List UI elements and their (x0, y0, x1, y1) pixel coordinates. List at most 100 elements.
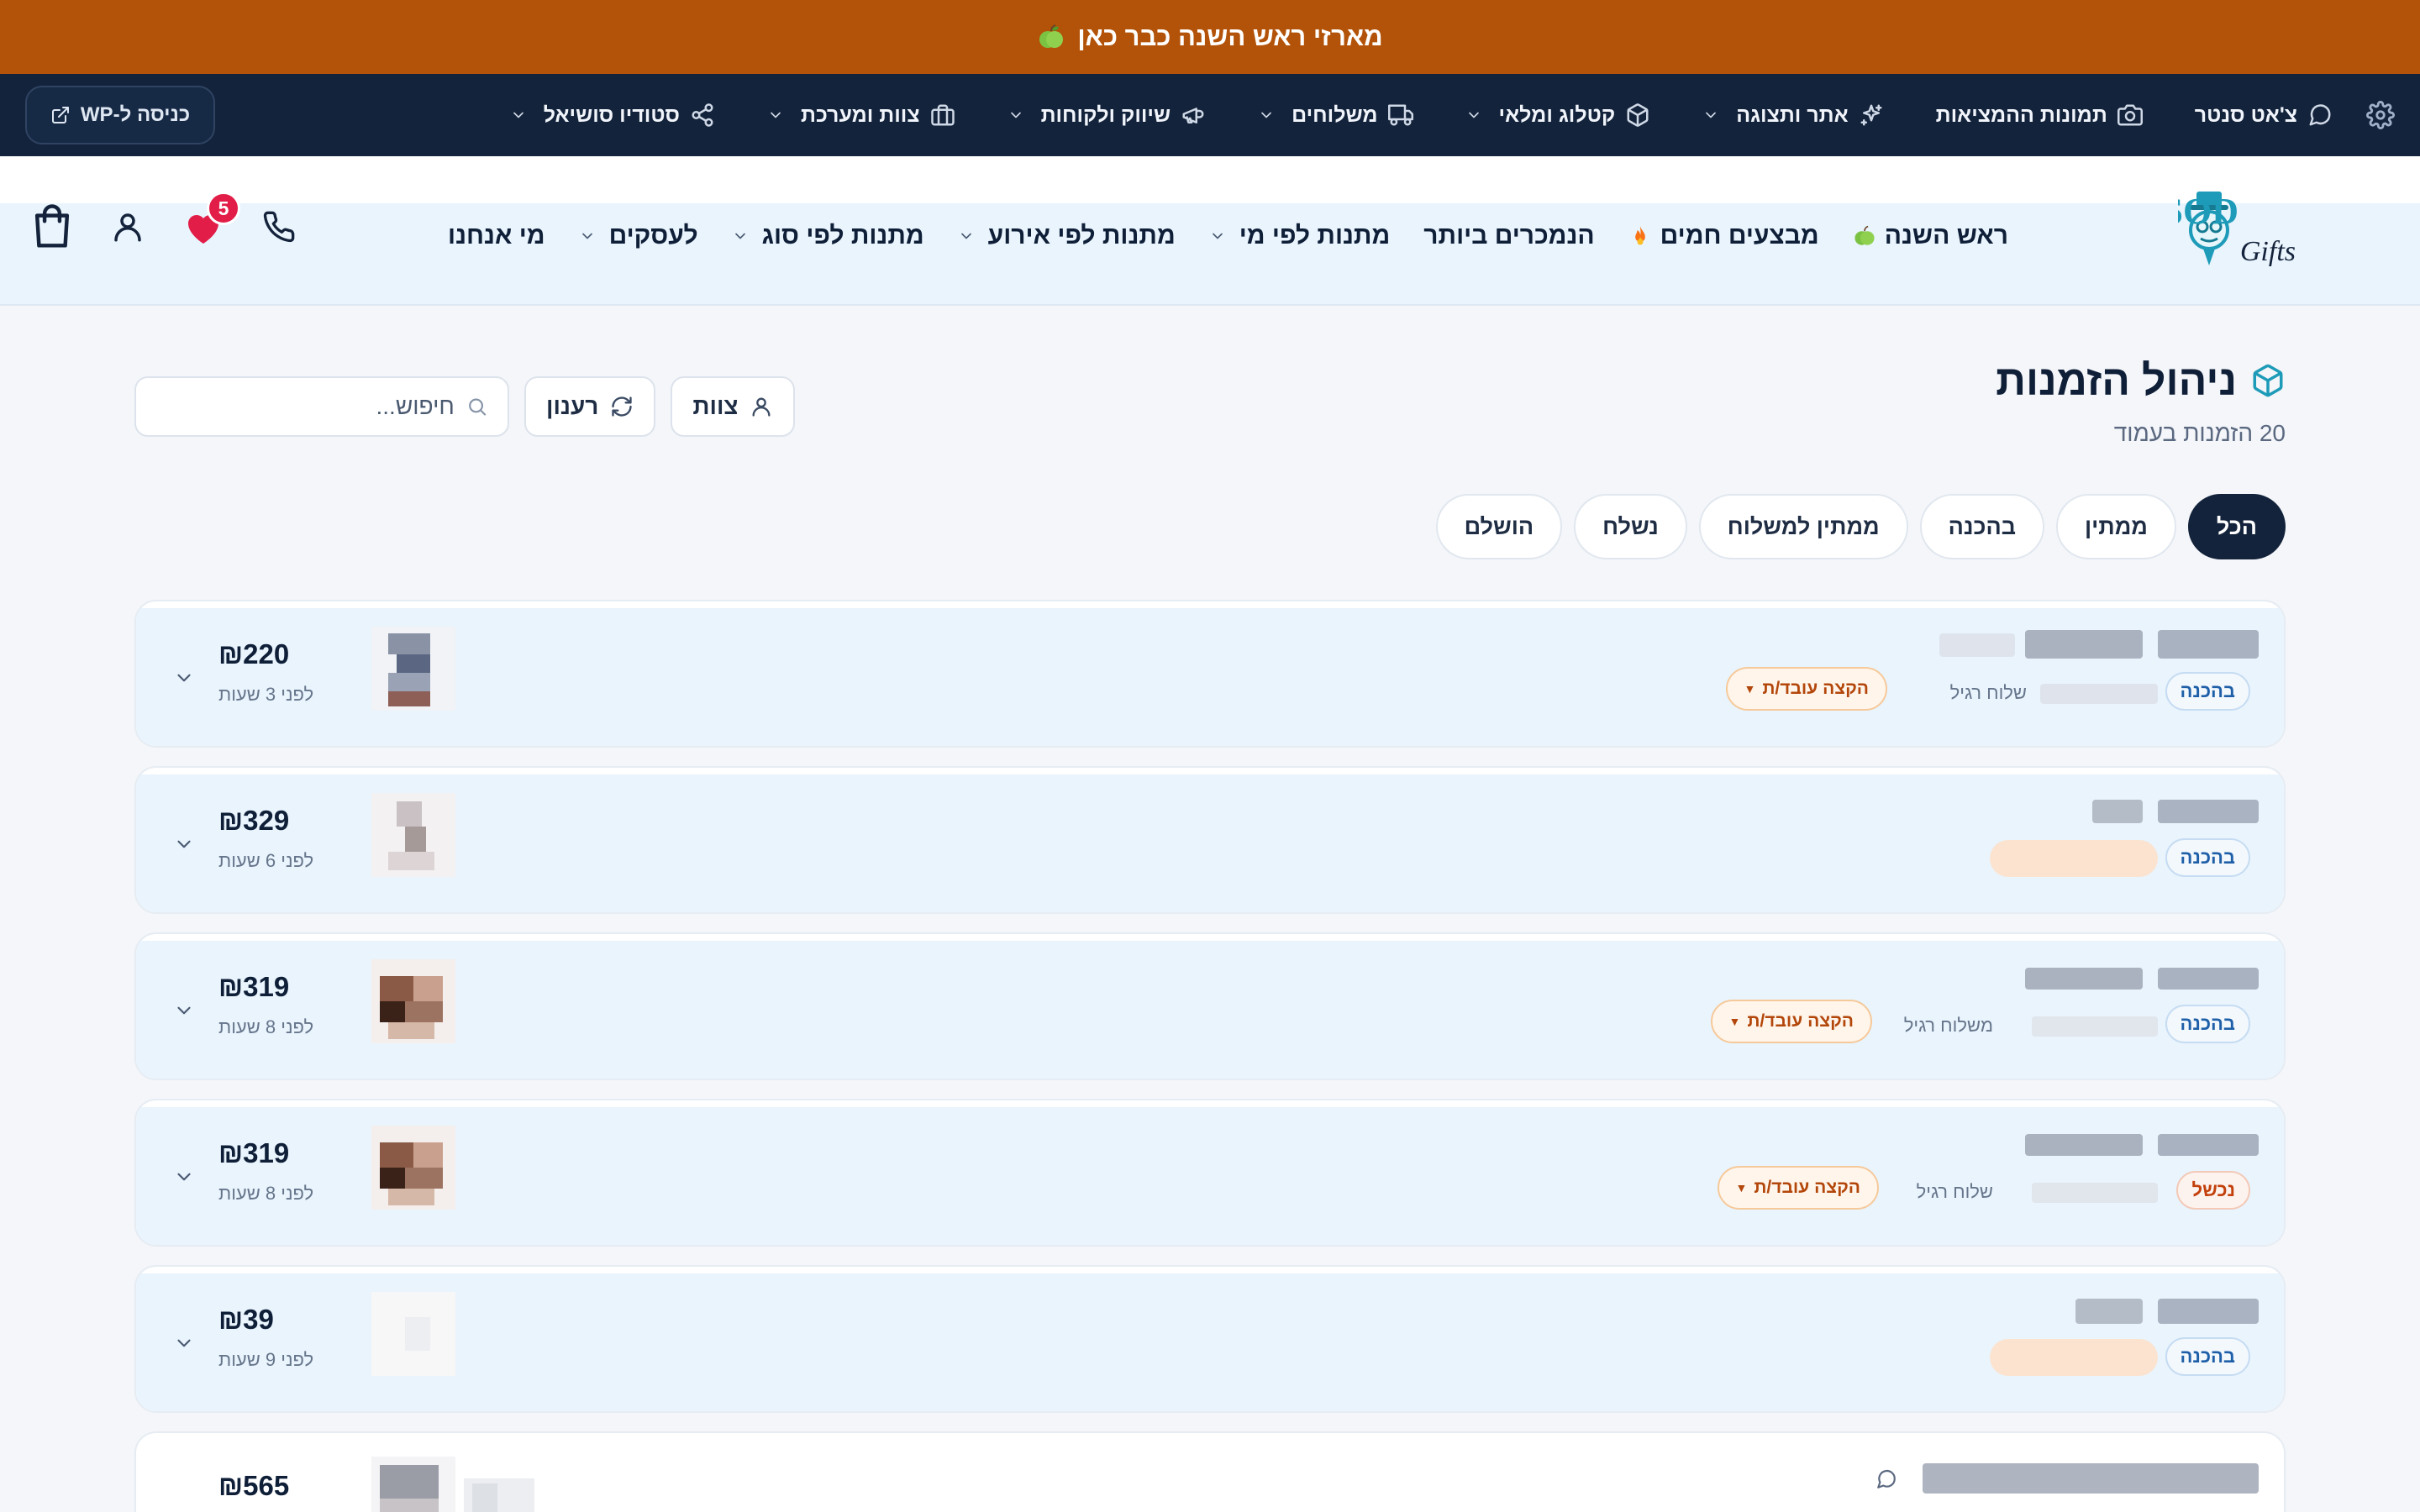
admin-item-site-display[interactable]: אתר ותצוגה (1702, 102, 1883, 128)
product-thumbnail (371, 1126, 455, 1210)
order-id-redacted (2025, 968, 2143, 990)
chevron-down-icon[interactable] (173, 1000, 195, 1021)
account-button[interactable] (104, 203, 151, 250)
product-thumbnail-2 (464, 1478, 534, 1512)
wp-login-button[interactable]: כניסה ל-WP (25, 86, 215, 144)
refresh-label: רענון (546, 393, 599, 419)
nav-item-gifts-by-who[interactable]: מתנות לפי מי (1209, 222, 1391, 250)
admin-item-label: סטודיו סושיאל (543, 102, 681, 127)
logo-tagline: Gifts (2240, 236, 2296, 267)
phone-icon (263, 211, 295, 243)
nav-item-about[interactable]: מי אנחנו (448, 222, 545, 250)
chevron-down-icon[interactable] (173, 1332, 195, 1354)
logo[interactable]: HASOD Gifts (2178, 188, 2388, 272)
assign-redacted (1990, 1339, 2158, 1376)
team-label: צוות (692, 393, 739, 419)
chevron-down-icon[interactable] (173, 667, 195, 689)
nav-item-gifts-by-event[interactable]: מתנות לפי אירוע (958, 222, 1176, 250)
assign-employee-button[interactable]: הקצה עובד/ת ▼ (1710, 1000, 1872, 1043)
sparkles-icon (1860, 104, 1882, 126)
order-card[interactable]: ₪319 לפני 8 שעות בהכנה משלוח רגיל הקצה ע… (134, 932, 2286, 1080)
promo-text: מארזי ראש השנה כבר כאן (1077, 22, 1383, 51)
order-card[interactable]: ₪39 לפני 9 שעות בהכנה (134, 1265, 2286, 1413)
promo-bar[interactable]: מארזי ראש השנה כבר כאן (0, 0, 2420, 74)
order-card[interactable]: ₪565 (134, 1431, 2286, 1512)
order-card[interactable]: ₪220 לפני 3 שעות בהכנה שלוח רגיל הקצה עו… (134, 600, 2286, 748)
chevron-down-icon (960, 233, 971, 239)
admin-item-social-studio[interactable]: סטודיו סושיאל (510, 102, 715, 128)
filter-tab-shipped[interactable]: נשלח (1574, 494, 1687, 559)
search-input[interactable] (156, 393, 455, 420)
phone-button[interactable] (255, 203, 302, 250)
assign-redacted (1990, 840, 2158, 877)
product-thumbnail (371, 793, 455, 877)
order-meta-redacted (1939, 633, 2015, 657)
caret-down-icon: ▼ (1744, 682, 1756, 696)
shipping-method: משלוח רגיל (1903, 1015, 1993, 1036)
admin-item-label: קטלוג ומלאי (1498, 102, 1616, 127)
order-id-redacted (2075, 1299, 2143, 1324)
chevron-down-icon[interactable] (173, 833, 195, 855)
search-box[interactable] (134, 376, 509, 437)
admin-item-label: אתר ותצוגה (1736, 102, 1849, 127)
order-card-band (136, 608, 2284, 746)
wishlist-button[interactable]: 5 (180, 192, 240, 250)
nav-item-best-sellers[interactable]: הנמכרים ביותר (1423, 222, 1594, 250)
chat-icon (2309, 104, 2331, 126)
admin-item-marketing[interactable]: שיווק ולקוחות (1007, 102, 1207, 128)
order-status-badge: בהכנה (2165, 1005, 2250, 1043)
logo-wordmark: HASOD (2178, 191, 2238, 232)
admin-item-catalog[interactable]: קטלוג ומלאי (1465, 102, 1651, 128)
chevron-down-icon (581, 233, 592, 239)
order-id-redacted (2025, 630, 2143, 659)
customer-name-redacted (2158, 1299, 2259, 1324)
shipping-method: שלוח רגיל (1916, 1181, 1993, 1202)
chat-icon[interactable] (1876, 1468, 1897, 1490)
orders-count: 20 הזמנות בעמוד (2113, 420, 2286, 446)
admin-item-shipping[interactable]: משלוחים (1258, 102, 1413, 128)
team-button[interactable]: צוות (671, 376, 796, 437)
order-price: ₪39 (218, 1304, 274, 1335)
customer-name-redacted (2158, 800, 2259, 823)
orders-toolbar: רענון צוות (134, 376, 796, 437)
chevron-down-icon (1706, 112, 1717, 118)
order-date-redacted (2032, 1016, 2158, 1037)
admin-item-photos[interactable]: תמונות ההמציאות (1936, 102, 2143, 128)
wp-login-label: כניסה ל-WP (80, 103, 191, 126)
order-card[interactable]: ₪319 לפני 8 שעות נכשל שלוח רגיל הקצה עוב… (134, 1099, 2286, 1247)
share-icon (692, 103, 713, 127)
chevron-down-icon[interactable] (173, 1166, 195, 1188)
search-icon (468, 398, 486, 416)
camera-icon (2117, 104, 2143, 126)
nav-item-hot-deals[interactable]: מבצעים חמים (1628, 222, 1819, 250)
product-thumbnail (371, 959, 455, 1043)
nav-item-rosh-hashana[interactable]: ראש השנה (1853, 222, 2008, 250)
assign-employee-button[interactable]: הקצה עובד/ת ▼ (1725, 667, 1887, 711)
gear-icon[interactable] (2366, 101, 2395, 129)
cart-button[interactable] (29, 203, 76, 250)
assign-employee-button[interactable]: הקצה עובד/ת ▼ (1717, 1166, 1879, 1210)
chevron-down-icon (1468, 112, 1479, 118)
admin-item-chat-center[interactable]: צ'אט סנטר (2195, 102, 2333, 128)
filter-tab-all[interactable]: הכל (2187, 494, 2286, 559)
order-price: ₪220 (218, 638, 290, 669)
filter-tab-completed[interactable]: הושלם (1435, 494, 1563, 559)
status-filter-tabs: הכל ממתין בהכנה ממתין למשלוח נשלח הושלם (1435, 494, 2286, 559)
order-card[interactable]: ₪329 לפני 6 שעות בהכנה (134, 766, 2286, 914)
order-id-redacted (2092, 800, 2143, 823)
admin-bar: צ'אט סנטר תמונות ההמציאות אתר ותצוגה קטל… (0, 74, 2420, 156)
order-date-redacted (2040, 684, 2158, 704)
nav-item-business[interactable]: לעסקים (579, 222, 698, 250)
order-price: ₪329 (218, 805, 290, 836)
truck-icon (1387, 104, 1413, 126)
filter-tab-preparing[interactable]: בהכנה (1919, 494, 2045, 559)
nav-item-gifts-by-type[interactable]: מתנות לפי סוג (732, 222, 924, 250)
refresh-button[interactable]: רענון (524, 376, 656, 437)
nav-item-label: מתנות לפי מי (1239, 222, 1391, 249)
nav-item-label: הנמכרים ביותר (1423, 222, 1595, 249)
order-card-band (136, 1273, 2284, 1411)
filter-tab-pending[interactable]: ממתין (2056, 494, 2176, 559)
admin-item-team-system[interactable]: צוות ומערכת (767, 102, 955, 128)
order-time-ago: לפני 8 שעות (218, 1016, 314, 1037)
filter-tab-awaiting-shipping[interactable]: ממתין למשלוח (1698, 494, 1908, 559)
